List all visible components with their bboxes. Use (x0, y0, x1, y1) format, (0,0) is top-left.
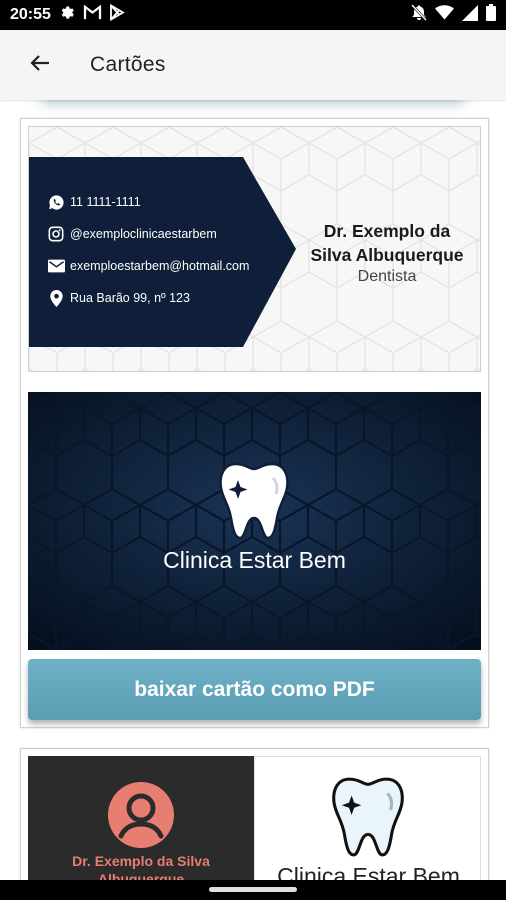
card-item: Dr. Exemplo da Silva Albuquerque Clinica… (20, 748, 489, 880)
dentist-name-line1: Dr. Exemplo da Silva (72, 853, 210, 869)
screen: 20:55 Cartões 11 1111-1111 @exemploclini… (0, 0, 506, 900)
dentist-name-line2: Albuquerque (97, 871, 185, 880)
location-pin-icon (47, 289, 65, 307)
tooth-logo-icon (219, 462, 289, 540)
instagram-icon (47, 225, 65, 243)
card-item: 11 1111-1111 @exemploclinicaestarbem exe… (20, 118, 489, 728)
card-front-preview: Dr. Exemplo da Silva Albuquerque (28, 756, 254, 880)
status-time: 20:55 (10, 6, 51, 23)
card-back-preview: Clinica Estar Bem (254, 756, 481, 880)
home-gesture-handle[interactable] (209, 887, 297, 892)
app-bar: Cartões (0, 30, 506, 100)
status-right-icons (411, 4, 496, 26)
contact-address: Rua Barão 99, nº 123 (47, 289, 190, 307)
clinic-name: Clinica Estar Bem (277, 863, 460, 880)
card-back-preview: Clinica Estar Bem (28, 392, 481, 650)
dentist-name-line2: Silva Albuquerque (310, 245, 464, 265)
contact-instagram-text: @exemploclinicaestarbem (70, 227, 217, 241)
contact-address-text: Rua Barão 99, nº 123 (70, 291, 190, 305)
email-icon (47, 257, 65, 275)
page-title: Cartões (90, 53, 166, 76)
card-front-preview: 11 1111-1111 @exemploclinicaestarbem exe… (28, 126, 481, 372)
gear-icon (59, 4, 76, 26)
notifications-off-icon (411, 4, 427, 26)
gmail-icon (83, 4, 102, 25)
contact-email-text: exemploestarbem@hotmail.com (70, 259, 250, 273)
play-store-icon (109, 3, 125, 26)
contact-phone: 11 1111-1111 (47, 193, 141, 211)
signal-icon (462, 4, 478, 26)
dentist-role: Dentista (357, 268, 417, 285)
status-bar: 20:55 (0, 0, 506, 30)
dentist-name-line1: Dr. Exemplo da (323, 221, 451, 241)
clinic-name: Clinica Estar Bem (163, 547, 346, 573)
dentist-name-block: Dr. Exemplo da Silva Albuquerque Dentist… (297, 219, 477, 287)
download-pdf-button[interactable]: baixar cartão como PDF (28, 659, 481, 720)
contact-phone-text: 11 1111-1111 (70, 195, 141, 209)
whatsapp-icon (47, 193, 65, 211)
back-button[interactable] (20, 45, 60, 85)
system-nav-bar (0, 880, 506, 900)
arrow-left-icon (28, 51, 52, 80)
dentist-name-block: Dr. Exemplo da Silva Albuquerque (28, 852, 254, 880)
contact-email: exemploestarbem@hotmail.com (47, 257, 249, 275)
tooth-logo-icon (332, 777, 404, 857)
battery-icon (486, 4, 496, 26)
navy-arrow-panel (29, 157, 296, 347)
wifi-icon (435, 5, 454, 25)
cards-list[interactable]: 11 1111-1111 @exemploclinicaestarbem exe… (0, 100, 506, 880)
contact-instagram: @exemploclinicaestarbem (47, 225, 217, 243)
status-left-icons (59, 3, 125, 26)
avatar-icon (108, 782, 174, 848)
